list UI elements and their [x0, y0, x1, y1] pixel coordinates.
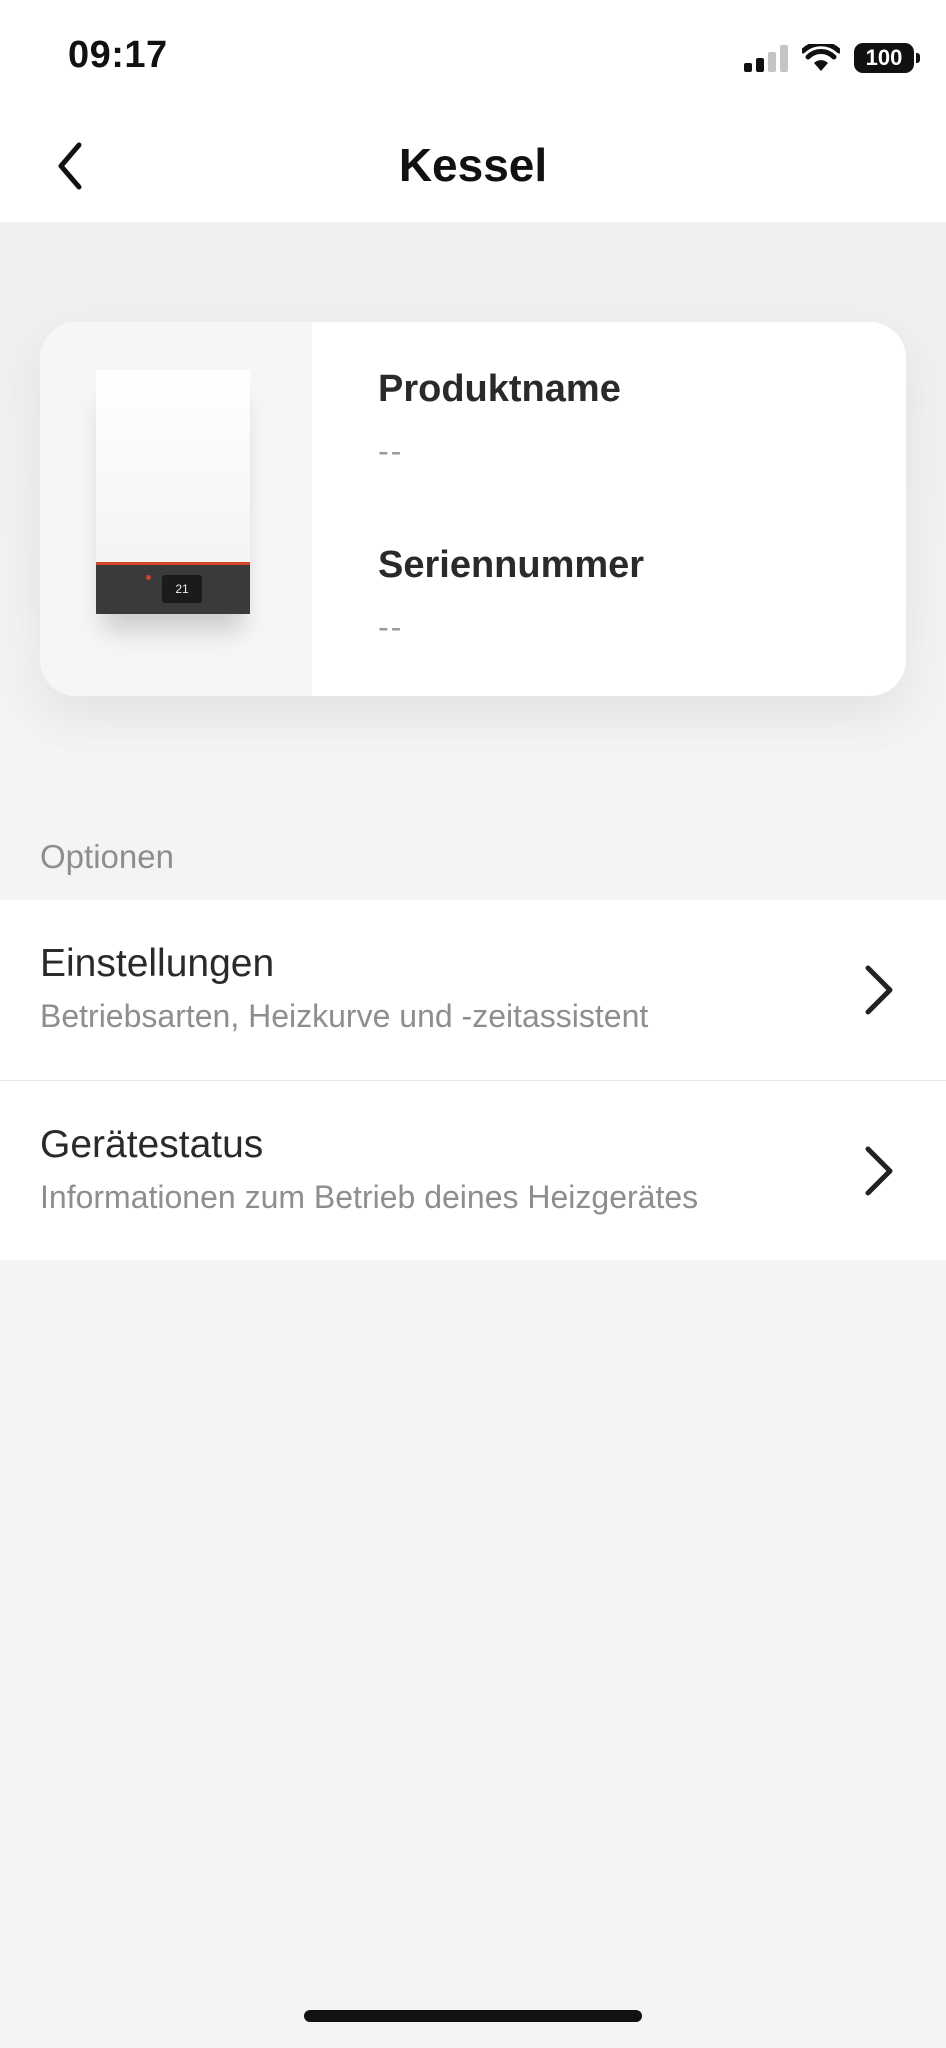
section-label-options: Optionen: [40, 838, 174, 875]
option-settings[interactable]: Einstellungen Betriebsarten, Heizkurve u…: [0, 900, 946, 1080]
chevron-right-icon: [865, 1146, 893, 1196]
chevron-right-icon: [865, 965, 893, 1015]
option-device-status[interactable]: Gerätestatus Informationen zum Betrieb d…: [0, 1080, 946, 1260]
option-title: Einstellungen: [40, 942, 275, 985]
page-title: Kessel: [398, 139, 548, 191]
option-title: Gerätestatus: [40, 1123, 264, 1166]
cellular-signal-icon: [744, 44, 788, 72]
boiler-illustration: 21: [96, 370, 250, 614]
wifi-icon: [802, 44, 840, 71]
navigation-bar: Kessel: [0, 112, 946, 222]
product-name: Produktname --: [378, 368, 621, 470]
battery-icon: 100: [854, 43, 920, 73]
device-card: 21 Produktname -- Seriennummer --: [40, 322, 906, 696]
device-header: 21 Produktname -- Seriennummer --: [0, 222, 946, 802]
boiler-control-panel: 21: [96, 562, 250, 614]
device-image: 21: [40, 322, 312, 696]
status-time: 09:17: [68, 34, 168, 76]
serial-number-value: --: [378, 609, 404, 645]
product-name-value: --: [378, 433, 404, 469]
serial-number-label: Seriennummer: [378, 544, 645, 586]
home-indicator[interactable]: [304, 2010, 642, 2022]
option-subtitle: Informationen zum Betrieb deines Heizger…: [40, 1179, 699, 1215]
serial-number: Seriennummer --: [378, 544, 644, 646]
boiler-display: 21: [162, 575, 202, 603]
status-icons: 100: [744, 40, 920, 76]
status-led: [146, 575, 151, 580]
option-subtitle: Betriebsarten, Heizkurve und -zeitassist…: [40, 998, 649, 1034]
status-bar: 09:17 100: [0, 0, 946, 112]
options-list: Einstellungen Betriebsarten, Heizkurve u…: [0, 900, 946, 1260]
product-name-label: Produktname: [378, 368, 621, 410]
